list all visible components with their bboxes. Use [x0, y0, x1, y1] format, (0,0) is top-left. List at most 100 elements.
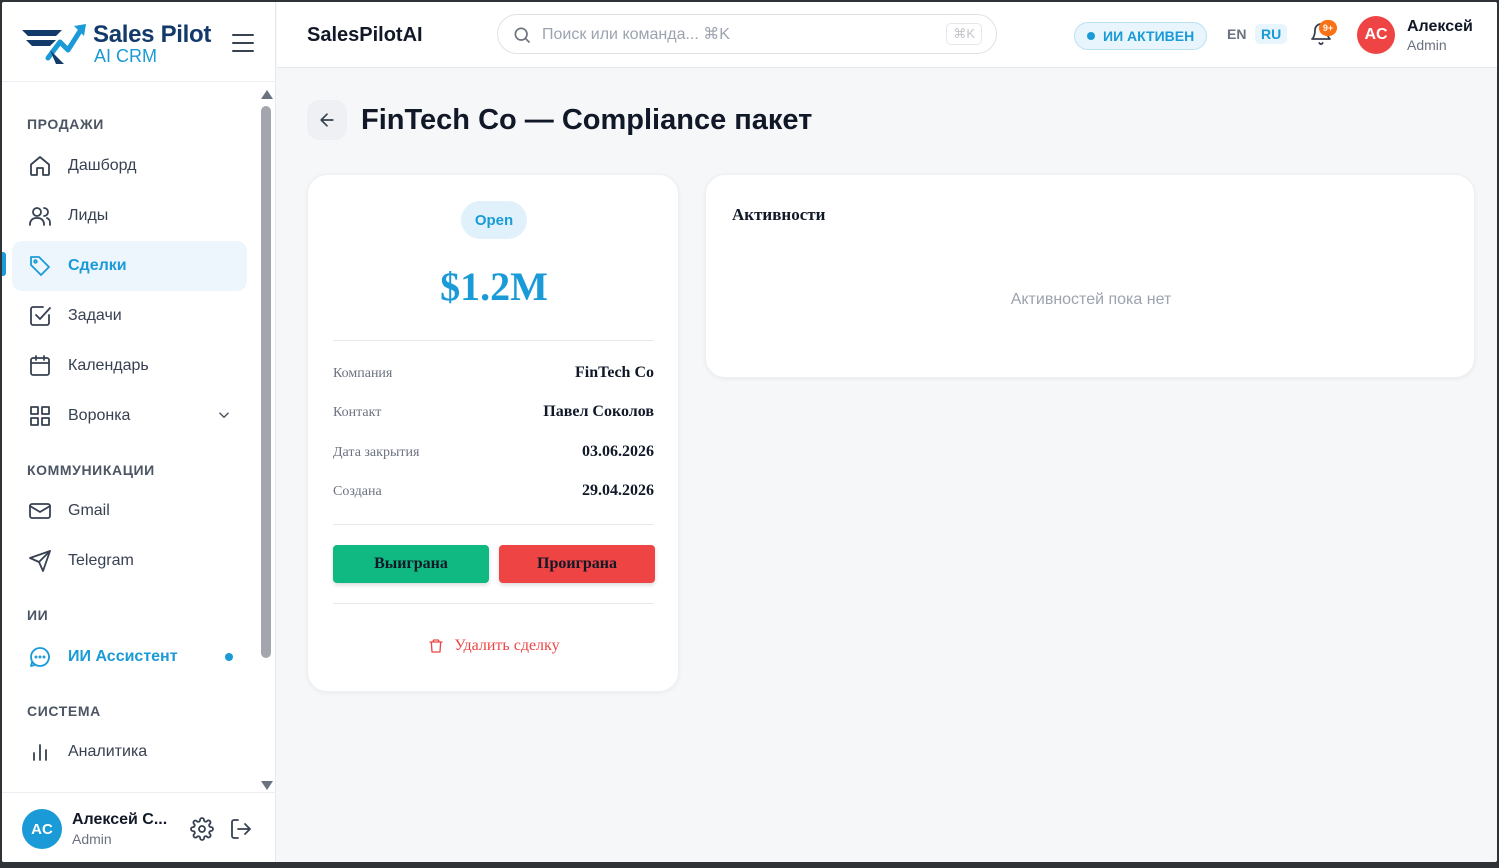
sidebar-item-label: Календарь [68, 357, 149, 374]
section-ai: ИИ [27, 607, 49, 623]
lang-ru-button[interactable]: RU [1255, 24, 1288, 44]
status-badge: Open [461, 201, 527, 239]
sidebar-item-label: Сделки [68, 257, 127, 274]
field-value: 29.04.2026 [582, 482, 654, 499]
user-role: Admin [1407, 37, 1447, 53]
sidebar-item-ai-assistant[interactable]: ИИ Ассистент [12, 632, 247, 682]
gear-icon[interactable] [190, 817, 214, 846]
section-system: СИСТЕМА [27, 703, 101, 719]
brand: Sales Pilot AI CRM [2, 2, 276, 82]
divider [333, 603, 654, 604]
activity-title: Активности [732, 205, 826, 224]
divider [333, 340, 654, 341]
page-title: FinTech Co — Compliance пакет [361, 104, 813, 136]
check-square-icon [27, 303, 53, 329]
trash-icon [429, 639, 444, 653]
sidebar-item-telegram[interactable]: Telegram [12, 536, 247, 586]
sidebar-item-label: Лиды [68, 207, 109, 224]
section-sales: ПРОДАЖИ [27, 116, 104, 132]
search-box[interactable]: ⌘K [497, 14, 997, 54]
scroll-down-icon[interactable] [261, 781, 273, 790]
section-communications: КОММУНИКАЦИИ [27, 462, 155, 478]
field-label: Дата закрытия [333, 445, 420, 460]
mark-lost-button[interactable]: Проиграна [499, 545, 655, 583]
new-indicator [225, 653, 233, 661]
avatar[interactable]: AC [1357, 16, 1395, 54]
sidebar-item-funnel[interactable]: Воронка [12, 391, 247, 441]
active-indicator [2, 252, 6, 276]
ai-chat-icon [27, 644, 53, 670]
sidebar-item-calendar[interactable]: Календарь [12, 341, 247, 391]
ai-status-badge[interactable]: ИИ АКТИВЕН [1074, 22, 1208, 50]
back-button[interactable] [307, 100, 347, 140]
sidebar-item-label: Дашборд [68, 157, 137, 174]
lang-en-button[interactable]: EN [1227, 26, 1246, 42]
sidebar-item-label: Аналитика [68, 743, 148, 760]
user-role: Admin [72, 831, 112, 847]
field-close-date: Дата закрытия 03.06.2026 [333, 443, 654, 463]
sidebar-item-label: ИИ Ассистент [68, 648, 178, 665]
topbar: SalesPilotAI ⌘K ИИ АКТИВЕН EN RU 9+ AC А… [277, 2, 1497, 68]
delete-deal-label: Удалить сделку [454, 637, 560, 654]
field-label: Компания [333, 366, 393, 381]
sidebar-item-label: Задачи [68, 307, 122, 324]
sidebar-item-analytics[interactable]: Аналитика [12, 727, 247, 777]
sidebar-scrollbar[interactable] [258, 86, 274, 792]
sidebar-item-leads[interactable]: Лиды [12, 191, 247, 241]
calendar-icon [27, 353, 53, 379]
sidebar-item-dashboard[interactable]: Дашборд [12, 141, 247, 191]
search-shortcut: ⌘K [946, 23, 982, 45]
sidebar-nav: ПРОДАЖИ Дашборд Лиды Сделки Задачи Кален… [2, 84, 258, 792]
send-icon [27, 548, 53, 574]
field-company: Компания FinTech Co [333, 364, 654, 384]
mark-won-button[interactable]: Выиграна [333, 545, 489, 583]
search-icon [512, 25, 532, 50]
brand-subtitle: AI CRM [94, 46, 157, 66]
sidebar-item-label: Gmail [68, 502, 110, 519]
grid-icon [27, 403, 53, 429]
logout-icon[interactable] [229, 817, 253, 846]
field-label: Контакт [333, 405, 382, 420]
users-icon [27, 203, 53, 229]
scrollbar-thumb[interactable] [261, 106, 271, 658]
avatar[interactable]: AC [22, 809, 62, 849]
search-input[interactable] [542, 23, 922, 47]
sidebar-item-gmail[interactable]: Gmail [12, 486, 247, 536]
delete-deal-button[interactable]: Удалить сделку [308, 637, 680, 655]
bar-chart-icon [27, 739, 53, 765]
sidebar-item-label: Telegram [68, 552, 134, 569]
activity-empty-state: Активностей пока нет [1010, 291, 1172, 308]
deal-card: Open $1.2M Компания FinTech Co Контакт П… [307, 174, 679, 692]
divider [333, 524, 654, 525]
arrow-left-icon [320, 113, 334, 127]
brand-name: Sales Pilot [93, 21, 212, 48]
field-contact: Контакт Павел Соколов [333, 403, 654, 423]
logo-icon [22, 24, 86, 64]
field-value: FinTech Co [575, 364, 654, 381]
field-created: Создана 29.04.2026 [333, 482, 654, 502]
user-name: Алексей С... [72, 811, 168, 828]
tag-icon [27, 253, 53, 279]
menu-toggle-icon[interactable] [232, 34, 254, 52]
field-label: Создана [333, 484, 382, 499]
status-dot [1087, 32, 1095, 40]
field-value: 03.06.2026 [582, 443, 654, 460]
home-icon [27, 153, 53, 179]
mail-icon [27, 498, 53, 524]
user-name: Алексей [1407, 18, 1473, 35]
sidebar-item-deals[interactable]: Сделки [12, 241, 247, 291]
chevron-down-icon[interactable] [215, 406, 233, 424]
scroll-up-icon[interactable] [261, 90, 273, 99]
ai-status-label: ИИ АКТИВЕН [1103, 28, 1195, 44]
app-window: Sales Pilot AI CRM ПРОДАЖИ Дашборд Лиды … [2, 2, 1497, 862]
sidebar-item-label: Воронка [68, 407, 131, 424]
activity-card: Активности Активностей пока нет [705, 174, 1475, 378]
notification-count: 9+ [1319, 20, 1337, 36]
notifications-button[interactable]: 9+ [1309, 20, 1337, 50]
sidebar-user: AC Алексей С... Admin [2, 792, 276, 862]
field-value: Павел Соколов [543, 403, 654, 420]
deal-amount: $1.2M [440, 264, 548, 309]
app-title: SalesPilotAI [307, 24, 423, 46]
sidebar-item-tasks[interactable]: Задачи [12, 291, 247, 341]
sidebar: Sales Pilot AI CRM ПРОДАЖИ Дашборд Лиды … [2, 2, 276, 862]
